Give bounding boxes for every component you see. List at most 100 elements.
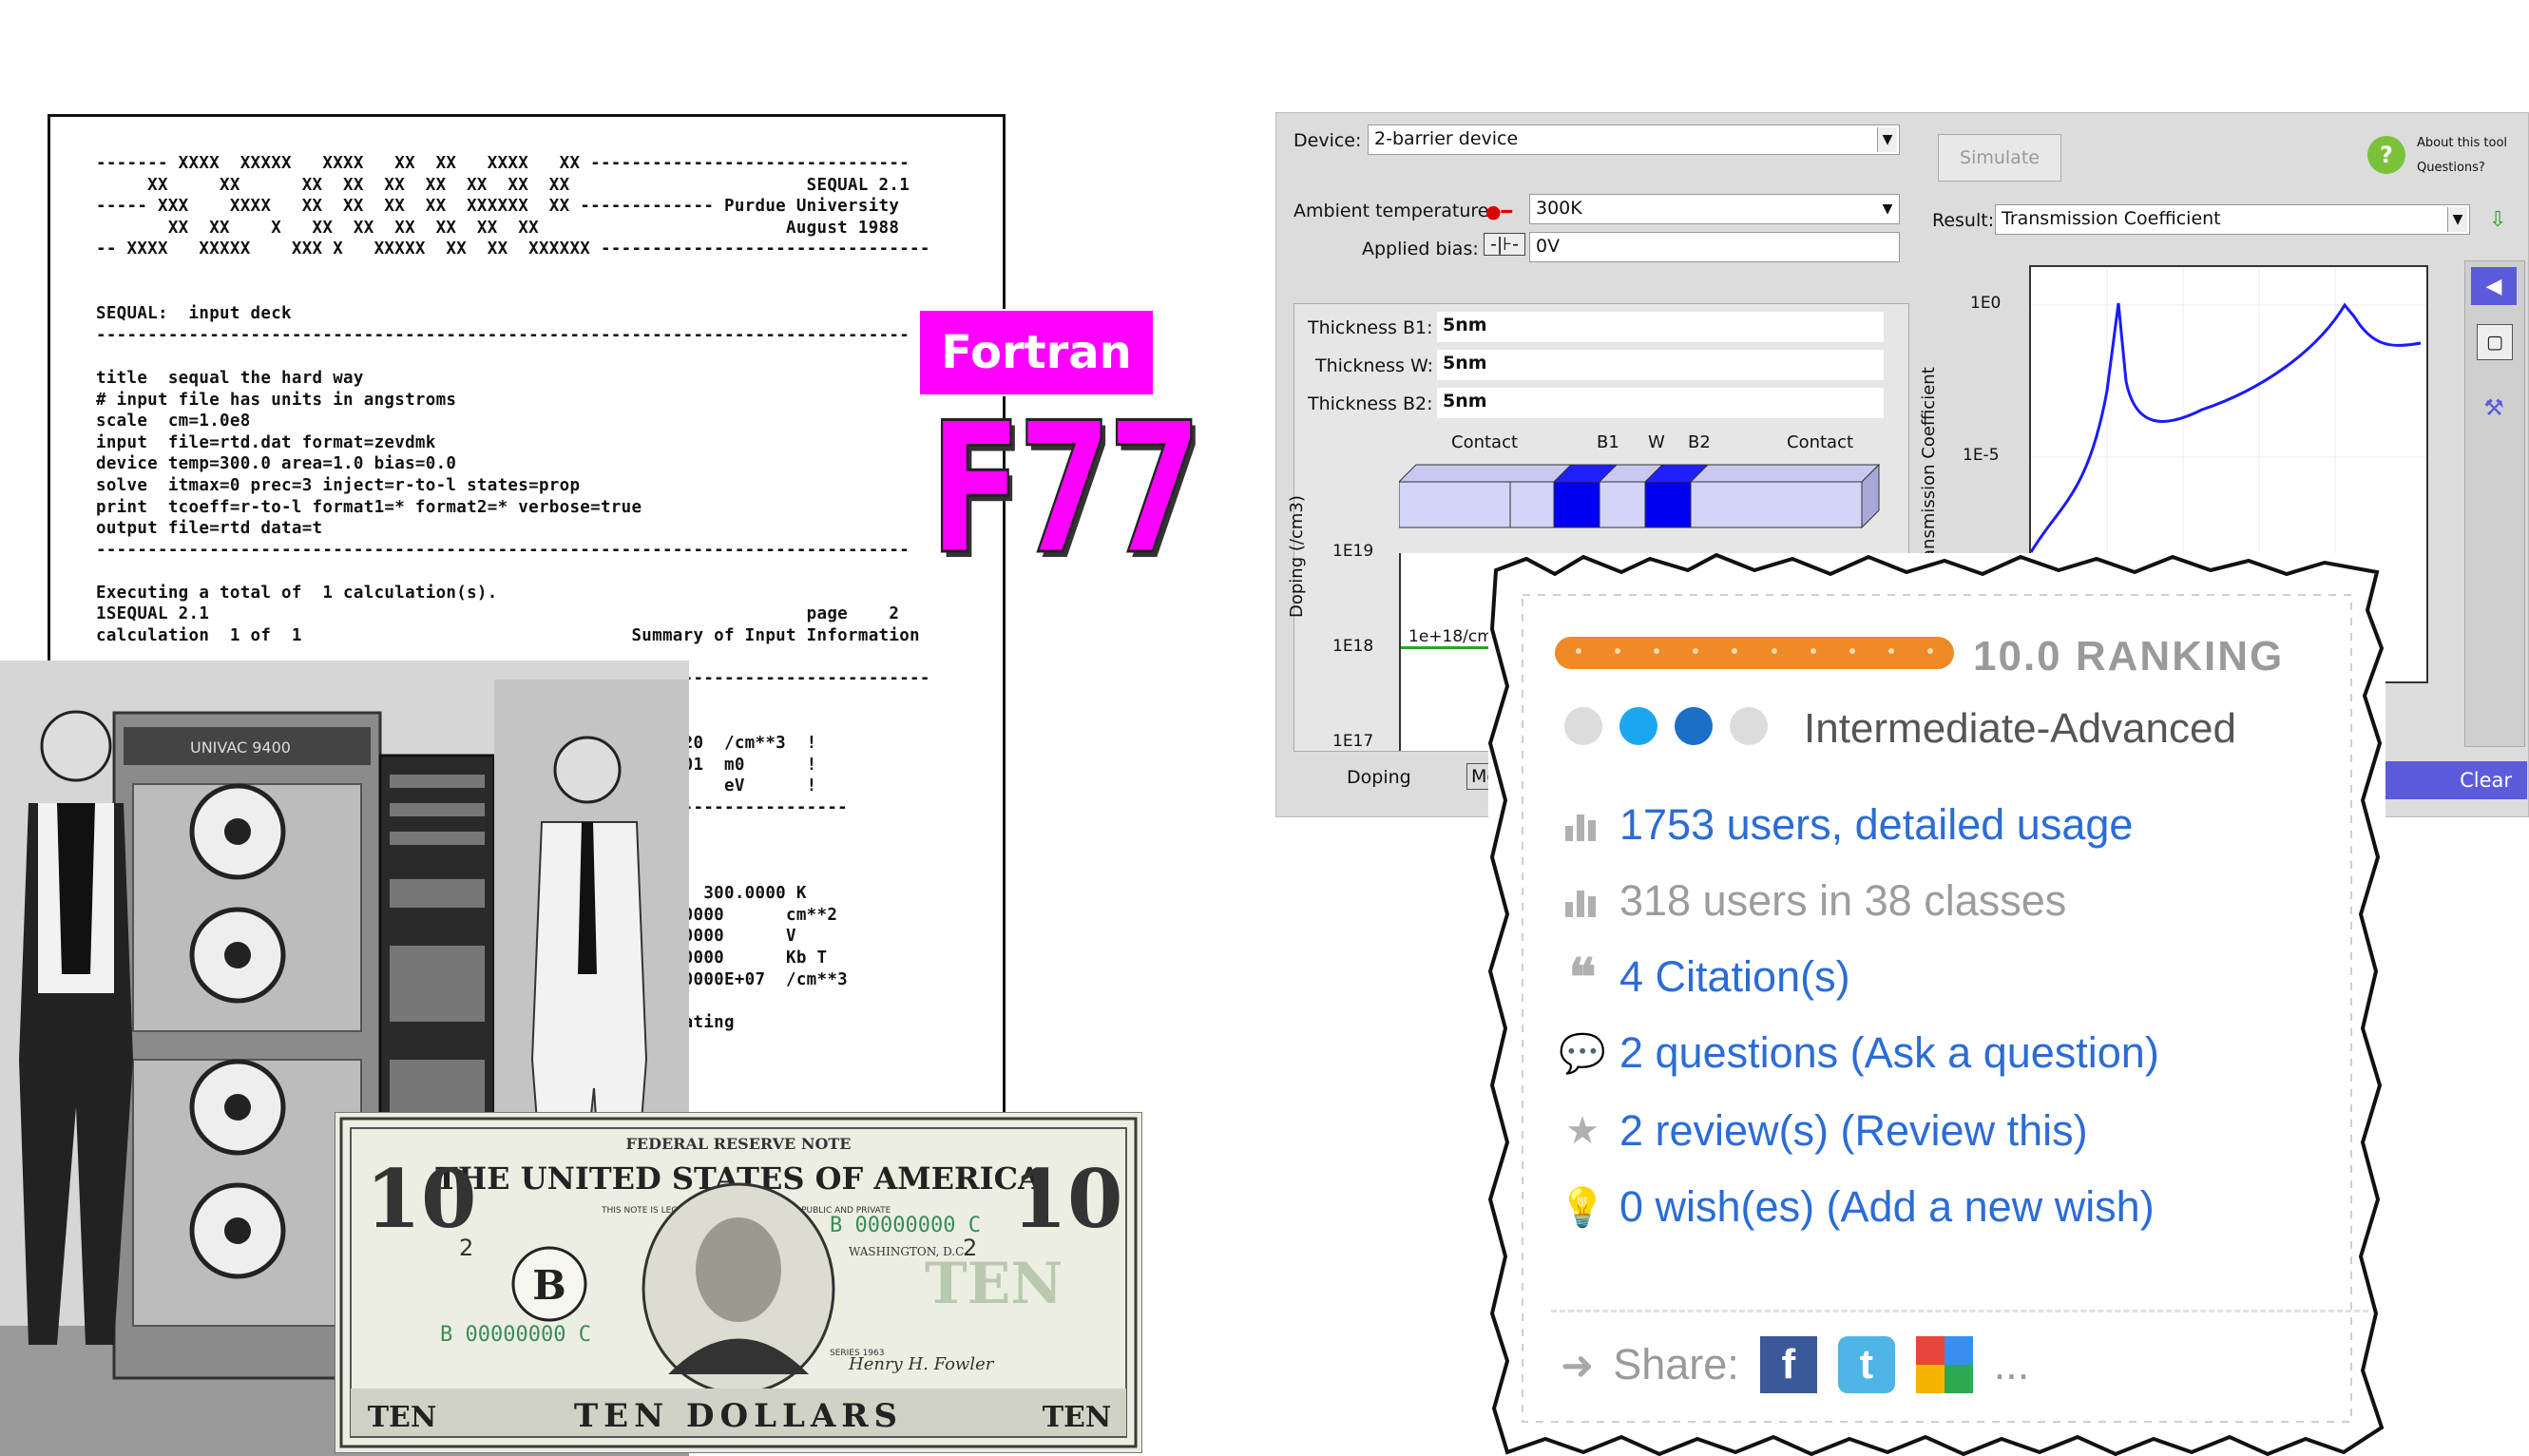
- tool-stats-card: 10.0 RANKING Intermediate-Advanced 1753 …: [1488, 553, 2385, 1456]
- skill-level-dots: [1564, 707, 1768, 745]
- citations-text: 4 Citation(s): [1619, 952, 1850, 1001]
- skill-level-text: Intermediate-Advanced: [1804, 705, 2236, 752]
- speech-bubble-icon: 💬: [1559, 1032, 1606, 1075]
- usage-stat-text: 1753 users, detailed usage: [1619, 800, 2134, 849]
- ambient-temperature-label: Ambient temperature:: [1293, 201, 1495, 221]
- device-select[interactable]: 2-barrier device ▼: [1368, 125, 1900, 155]
- thickness-b1-label: Thickness B1:: [1308, 317, 1433, 338]
- layer-label-b2: B2: [1688, 432, 1711, 452]
- facebook-icon[interactable]: f: [1759, 1336, 1817, 1393]
- device-layer-diagram[interactable]: [1399, 461, 1893, 537]
- doping-annotation: 1e+18/cm: [1408, 627, 1493, 646]
- tab-doping[interactable]: Doping: [1347, 767, 1411, 788]
- thickness-w-input[interactable]: 5nm: [1437, 350, 1884, 380]
- questions-link[interactable]: Questions?: [2417, 161, 2485, 175]
- citations-link[interactable]: ❝ 4 Citation(s): [1561, 948, 1850, 1006]
- battery-icon: -|⊦-: [1484, 233, 1526, 256]
- share-more[interactable]: ...: [1994, 1340, 2030, 1389]
- skill-dot-4: [1730, 707, 1768, 745]
- device-select-value: 2-barrier device: [1374, 128, 1519, 149]
- svg-text:B: B: [532, 1262, 566, 1309]
- back-icon[interactable]: ◀: [2471, 267, 2517, 305]
- device-label: Device:: [1293, 130, 1362, 151]
- skill-dot-2: [1619, 707, 1657, 745]
- doping-tick-1e17: 1E17: [1332, 732, 1374, 751]
- google-icon[interactable]: [1915, 1336, 1973, 1393]
- layer-label-w: W: [1648, 432, 1665, 452]
- clear-button[interactable]: Clear: [2377, 761, 2527, 799]
- svg-text:TEN: TEN: [1043, 1401, 1112, 1434]
- applied-bias-value: 0V: [1536, 236, 1561, 257]
- svg-text:10: 10: [1012, 1152, 1123, 1246]
- bar-chart-icon: [1561, 804, 1604, 846]
- questions-link[interactable]: 💬 2 questions (Ask a question): [1559, 1028, 2159, 1078]
- result-label: Result:: [1932, 210, 1995, 231]
- torn-paper-edge: [1488, 553, 2385, 1456]
- wrench-icon[interactable]: ⚒: [2477, 391, 2511, 425]
- layer-label-contact-left: Contact: [1451, 432, 1519, 452]
- card-divider: [1551, 1310, 2368, 1312]
- twitter-icon[interactable]: t: [1837, 1336, 1895, 1393]
- f77-logo: F77: [929, 384, 1203, 594]
- thickness-b2-label: Thickness B2:: [1308, 393, 1433, 414]
- svg-text:TEN: TEN: [368, 1401, 437, 1434]
- class-usage-text: 318 users in 38 classes: [1619, 876, 2067, 925]
- svg-text:2: 2: [963, 1235, 977, 1261]
- result-select-value: Transmission Coefficient: [2002, 208, 2221, 229]
- chevron-down-icon[interactable]: ▼: [2447, 207, 2467, 232]
- chevron-down-icon[interactable]: ▼: [1878, 197, 1897, 221]
- arrow-right-icon: ➜: [1561, 1342, 1595, 1388]
- doping-axis-label: Doping (/cm3): [1287, 495, 1307, 618]
- wishes-text: 0 wish(es) (Add a new wish): [1619, 1182, 2155, 1231]
- svg-text:FEDERAL RESERVE NOTE: FEDERAL RESERVE NOTE: [626, 1135, 852, 1153]
- lightbulb-icon: 💡: [1559, 1186, 1606, 1229]
- svg-text:2: 2: [459, 1235, 473, 1261]
- svg-text:TEN DOLLARS: TEN DOLLARS: [574, 1397, 903, 1435]
- class-usage-stat: 318 users in 38 classes: [1561, 876, 2066, 926]
- zoom-box-icon[interactable]: ▢: [2477, 324, 2513, 360]
- doping-tick-1e18: 1E18: [1332, 637, 1374, 656]
- plot-y-axis-label: ansmission Coefficient: [1919, 367, 1939, 560]
- chevron-down-icon[interactable]: ▼: [1877, 127, 1897, 152]
- svg-text:10: 10: [366, 1152, 477, 1246]
- ambient-temperature-value: 300K: [1536, 198, 1582, 219]
- applied-bias-input[interactable]: 0V: [1529, 232, 1900, 262]
- svg-text:TEN: TEN: [925, 1251, 1063, 1317]
- ranking-text: 10.0 RANKING: [1973, 633, 2285, 680]
- ranking-bar: [1555, 637, 1954, 669]
- applied-bias-label: Applied bias:: [1362, 239, 1479, 259]
- skill-dot-1: [1564, 707, 1602, 745]
- bill-illustration: FEDERAL RESERVE NOTE THE UNITED STATES O…: [339, 1117, 1138, 1448]
- quote-icon: ❝: [1568, 948, 1597, 1006]
- layer-label-b1: B1: [1597, 432, 1619, 452]
- skill-dot-3: [1675, 707, 1713, 745]
- thickness-w-label: Thickness W:: [1315, 355, 1434, 376]
- about-tool-link[interactable]: About this tool: [2417, 136, 2507, 150]
- svg-text:B 00000000 C: B 00000000 C: [440, 1323, 591, 1347]
- download-icon[interactable]: ⇩: [2489, 208, 2506, 232]
- bar-chart-icon: [1561, 880, 1604, 922]
- share-row: ➜ Share: f t ...: [1561, 1336, 2029, 1393]
- result-select[interactable]: Transmission Coefficient ▼: [1995, 204, 2470, 235]
- layer-label-contact-right: Contact: [1787, 432, 1854, 452]
- ambient-temperature-select[interactable]: 300K ▼: [1529, 194, 1900, 224]
- ten-dollar-bill: FEDERAL RESERVE NOTE THE UNITED STATES O…: [335, 1112, 1142, 1453]
- share-label: Share:: [1613, 1340, 1739, 1389]
- doping-tick-1e19: 1E19: [1332, 542, 1374, 561]
- plot-tick-1e0: 1E0: [1970, 294, 2002, 313]
- plot-toolbar: ◀ ▢ ⚒: [2464, 260, 2525, 747]
- thermometer-icon: ●━: [1485, 201, 1513, 222]
- reviews-text: 2 review(s) (Review this): [1619, 1106, 2088, 1155]
- thickness-b2-input[interactable]: 5nm: [1437, 388, 1884, 418]
- wishes-link[interactable]: 💡 0 wish(es) (Add a new wish): [1559, 1182, 2155, 1232]
- simulate-button[interactable]: Simulate: [1938, 134, 2061, 182]
- svg-text:SERIES 1963: SERIES 1963: [830, 1349, 884, 1358]
- plot-tick-1e-5: 1E-5: [1963, 446, 2000, 465]
- help-icon[interactable]: ?: [2367, 136, 2405, 174]
- usage-stat-link[interactable]: 1753 users, detailed usage: [1561, 800, 2133, 850]
- star-icon: ★: [1565, 1110, 1600, 1152]
- thickness-b1-input[interactable]: 5nm: [1437, 312, 1884, 342]
- rack-label: UNIVAC 9400: [190, 738, 291, 757]
- reviews-link[interactable]: ★ 2 review(s) (Review this): [1561, 1106, 2088, 1156]
- questions-text: 2 questions (Ask a question): [1619, 1028, 2159, 1077]
